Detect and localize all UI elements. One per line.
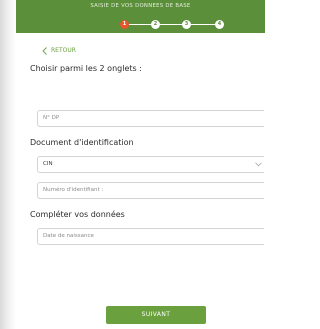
complete-data-heading: Compléter vos données xyxy=(30,210,125,219)
header-title: SAISIE DE VOS DONNEES DE BASE xyxy=(90,3,191,9)
birthdate-placeholder: Date de naissance xyxy=(43,233,94,239)
back-label: RETOUR xyxy=(51,47,76,54)
document-type-select[interactable]: CIN xyxy=(37,156,264,173)
chevron-down-icon xyxy=(255,162,262,167)
top-header: SAISIE DE VOS DONNEES DE BASE 1 2 3 4 xyxy=(16,0,265,33)
step-4: 4 xyxy=(215,20,224,29)
back-link[interactable]: RETOUR xyxy=(42,46,76,56)
progress-stepper: 1 2 3 4 xyxy=(16,17,265,29)
dp-number-input[interactable]: N° DP xyxy=(37,110,264,127)
choose-tabs-heading: Choisir parmi les 2 onglets : xyxy=(30,64,142,73)
dp-number-placeholder: N° DP xyxy=(43,115,60,121)
id-number-placeholder: Numéro d'identifiant : xyxy=(43,187,104,193)
step-1: 1 xyxy=(120,20,129,29)
stepper-line xyxy=(124,24,224,25)
chevron-left-icon xyxy=(42,47,47,55)
document-type-value: CIN xyxy=(43,161,53,167)
id-document-heading: Document d'identification xyxy=(30,138,134,147)
step-3: 3 xyxy=(182,20,191,29)
next-button[interactable]: SUIVANT xyxy=(106,306,206,324)
birthdate-input[interactable]: Date de naissance xyxy=(37,228,264,245)
left-shadow-edge xyxy=(0,0,16,329)
step-2: 2 xyxy=(151,20,160,29)
id-number-input[interactable]: Numéro d'identifiant : xyxy=(37,182,264,199)
